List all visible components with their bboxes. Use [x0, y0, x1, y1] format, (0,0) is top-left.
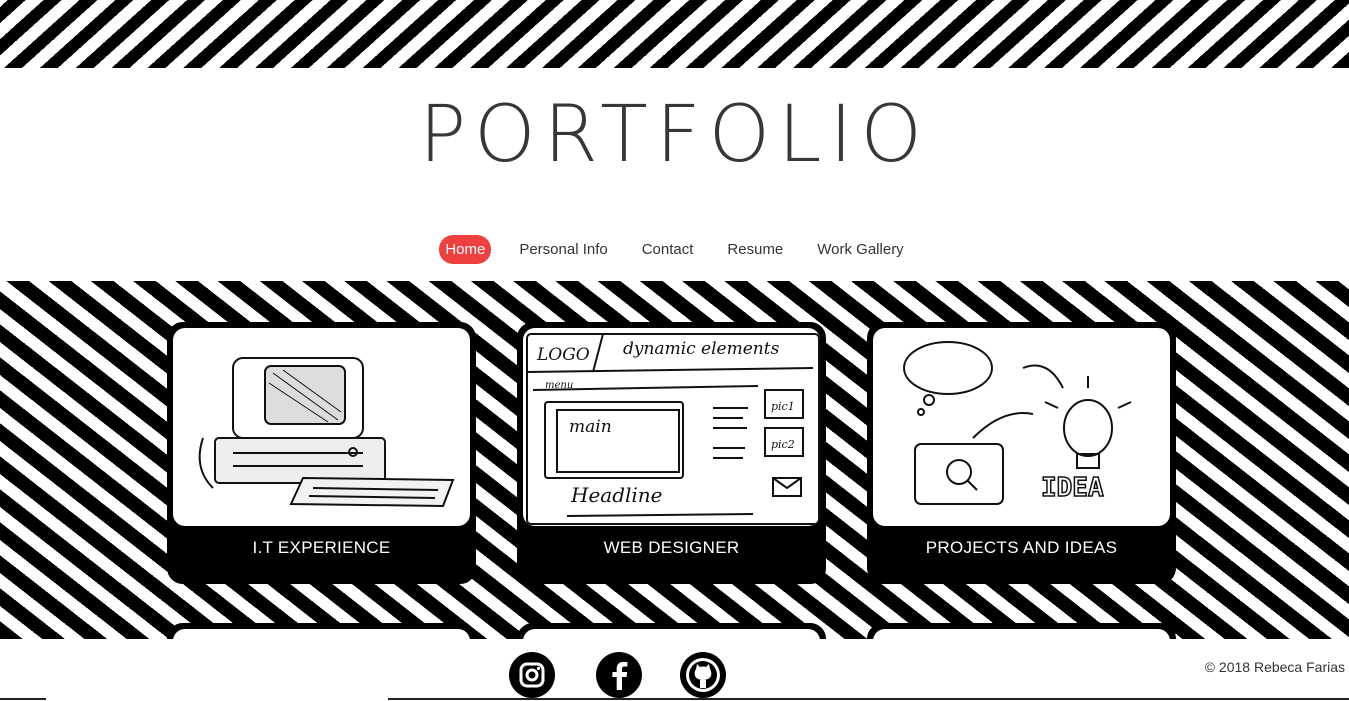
- sketch-menu-text: menu: [545, 380, 573, 391]
- sketch-idea-text: IDEA: [1041, 473, 1104, 503]
- card-thumb: [173, 629, 470, 639]
- card-caption: PROJECTS AND IDEAS: [925, 538, 1118, 557]
- card-row2-2[interactable]: [517, 623, 826, 639]
- card-row2-3[interactable]: [867, 623, 1176, 639]
- card-caption: WEB DESIGNER: [603, 538, 740, 557]
- card-thumb: [523, 629, 820, 639]
- nav-item-home[interactable]: Home: [439, 235, 492, 264]
- footer-divider-gap: [46, 698, 388, 700]
- gallery-section: I.T EXPERIENCE LOGO dynamic elements men…: [0, 281, 1349, 639]
- main-nav: Home Personal Info Contact Resume Work G…: [0, 235, 1349, 264]
- header: PORTFOLIO Home Personal Info Contact Res…: [0, 68, 1349, 281]
- card-web-designer[interactable]: LOGO dynamic elements menu main Headline…: [517, 322, 826, 584]
- copyright-text: © 2018 Rebeca Farias: [1204, 659, 1345, 675]
- card-row2-1[interactable]: [167, 623, 476, 639]
- nav-item-personal-info[interactable]: Personal Info: [513, 235, 613, 264]
- wireframe-sketch-icon: LOGO dynamic elements menu main Headline…: [523, 328, 820, 526]
- instagram-icon[interactable]: [509, 652, 555, 698]
- page-title: PORTFOLIO: [419, 90, 930, 180]
- sketch-logo-text: LOGO: [536, 345, 590, 365]
- footer: © 2018 Rebeca Farias: [0, 639, 1349, 701]
- card-it-experience[interactable]: I.T EXPERIENCE: [167, 322, 476, 584]
- sketch-pic1-text: pic1: [771, 400, 795, 413]
- sketch-pic2-text: pic2: [771, 438, 795, 451]
- sketch-headline-text: Headline: [570, 483, 663, 507]
- top-pattern-banner: [0, 0, 1349, 68]
- github-icon[interactable]: [680, 652, 726, 698]
- nav-item-work-gallery[interactable]: Work Gallery: [811, 235, 909, 264]
- facebook-icon[interactable]: [596, 652, 642, 698]
- computer-sketch-icon: [173, 328, 470, 526]
- card-projects-ideas[interactable]: IDEA PROJECTS AND IDEAS: [867, 322, 1176, 584]
- card-thumb: [873, 629, 1170, 639]
- card-caption: I.T EXPERIENCE: [252, 538, 391, 557]
- sketch-dynamic-text: dynamic elements: [623, 339, 780, 359]
- sketch-main-text: main: [569, 417, 612, 437]
- idea-sketch-icon: IDEA: [873, 328, 1170, 526]
- nav-item-resume[interactable]: Resume: [721, 235, 789, 264]
- nav-item-contact[interactable]: Contact: [636, 235, 700, 264]
